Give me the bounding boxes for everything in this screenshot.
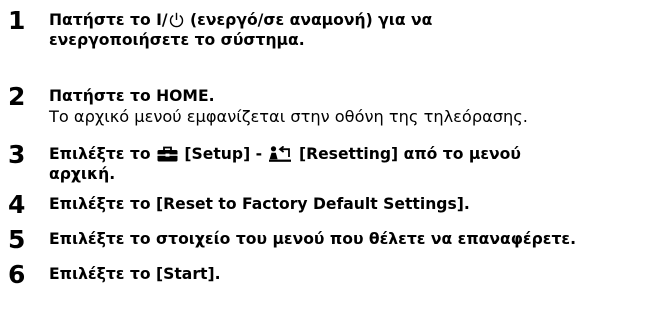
step-number: 2 bbox=[8, 82, 26, 111]
step-1-line-2: ενεργοποιήσετε το σύστημα. bbox=[49, 31, 305, 49]
step-1-text-post: (ενεργό/σε αναμονή) για να bbox=[184, 11, 433, 29]
step-number: 1 bbox=[8, 6, 26, 35]
step-5-line-1: Επιλέξτε το στοιχείο του μενού που θέλετ… bbox=[49, 230, 577, 248]
step-number: 6 bbox=[8, 260, 26, 289]
step-number: 5 bbox=[8, 225, 26, 254]
step-2-line-1: Πατήστε το HOME. bbox=[49, 87, 215, 105]
step-3-text-post: [Resetting] από το μενού bbox=[293, 145, 521, 163]
resetting-icon bbox=[268, 146, 291, 162]
step-3-line-1: Επιλέξτε το [Setup] - [Resetting] από το… bbox=[49, 144, 521, 164]
toolbox-setup-icon bbox=[157, 146, 178, 162]
step-1-line-1: Πατήστε το I/ (ενεργό/σε αναμονή) για να bbox=[49, 10, 432, 30]
step-number: 4 bbox=[8, 190, 26, 219]
power-standby-icon bbox=[169, 12, 183, 28]
step-6-line-1: Επιλέξτε το [Start]. bbox=[49, 265, 221, 283]
step-4-line-1: Επιλέξτε το [Reset to Factory Default Se… bbox=[49, 195, 470, 213]
step-2-note: Το αρχικό μενού εμφανίζεται στην οθόνη τ… bbox=[49, 107, 528, 126]
step-number: 3 bbox=[8, 140, 26, 169]
step-3-line-2: αρχική. bbox=[49, 165, 116, 183]
step-1-text-pre: Πατήστε το I/ bbox=[49, 11, 168, 29]
step-3-text-pre: Επιλέξτε το bbox=[49, 145, 156, 163]
step-3-text-mid: [Setup] - bbox=[178, 145, 268, 163]
